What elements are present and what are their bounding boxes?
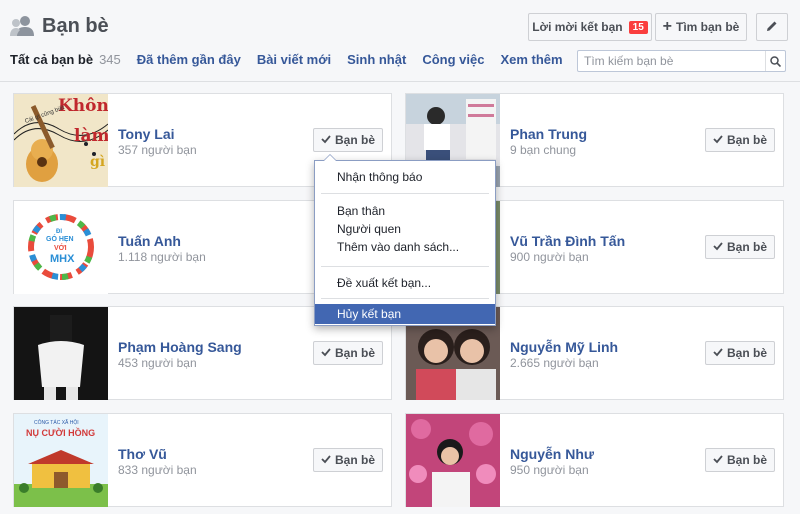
check-icon xyxy=(713,133,723,147)
tab-birthdays[interactable]: Sinh nhật xyxy=(347,52,406,72)
friend-count: 2.665 người bạn xyxy=(510,356,599,370)
friend-count: 453 người bạn xyxy=(118,356,197,370)
tab-all-friends-label: Tất cả bạn bè xyxy=(10,52,94,67)
friends-tabs: Tất cả bạn bè 345 Đã thêm gần đây Bài viế… xyxy=(10,52,579,72)
friends-icon xyxy=(10,15,34,37)
friend-name[interactable]: Nguyễn Mỹ Linh xyxy=(510,339,618,355)
check-icon xyxy=(713,240,723,254)
friend-name[interactable]: Nguyễn Như xyxy=(510,446,594,462)
check-icon xyxy=(321,133,331,147)
tab-work[interactable]: Công việc xyxy=(422,52,484,72)
tab-see-more[interactable]: Xem thêm xyxy=(500,52,562,72)
friends-panel: Bạn bè Lời mời kết bạn 15 + Tìm bạn bè T… xyxy=(0,0,800,514)
thumb-text: Không xyxy=(58,96,108,116)
friend-search xyxy=(577,50,786,72)
friend-status-label: Bạn bè xyxy=(334,346,375,360)
friend-name[interactable]: Vũ Trần Đình Tấn xyxy=(510,233,625,249)
friend-card: Nguyễn Như 950 người bạn Bạn bè xyxy=(405,413,784,507)
friend-status-button[interactable]: Bạn bè xyxy=(313,448,383,472)
tab-all-friends[interactable]: Tất cả bạn bè 345 xyxy=(10,52,121,72)
find-friends-label: Tìm bạn bè xyxy=(676,20,740,34)
friend-status-button[interactable]: Bạn bè xyxy=(705,235,775,259)
friend-requests-button[interactable]: Lời mời kết bạn 15 xyxy=(528,13,652,41)
thumb-text: làm xyxy=(74,126,108,146)
friend-name[interactable]: Phạm Hoàng Sang xyxy=(118,339,242,355)
friend-status-button[interactable]: Bạn bè xyxy=(705,128,775,152)
friend-status-button[interactable]: Bạn bè xyxy=(313,341,383,365)
friend-status-button[interactable]: Bạn bè xyxy=(705,448,775,472)
friend-avatar[interactable]: ĐI GÓ HẸN VỚI MHX xyxy=(14,201,108,294)
friend-avatar[interactable]: Không làm gì Cái gì cũng biết xyxy=(14,94,108,187)
friend-status-label: Bạn bè xyxy=(334,133,375,147)
edit-button[interactable] xyxy=(756,13,788,41)
menu-item-close-friends[interactable]: Bạn thân xyxy=(315,201,495,221)
friend-count: 950 người bạn xyxy=(510,463,589,477)
page-title-text: Bạn bè xyxy=(42,14,109,37)
friend-status-button[interactable]: Bạn bè xyxy=(705,341,775,365)
thumb-text: NỤ CƯỜI HỒNG xyxy=(26,428,96,438)
friend-status-label: Bạn bè xyxy=(726,133,767,147)
friend-requests-badge: 15 xyxy=(628,20,648,34)
friend-avatar[interactable]: CÔNG TÁC XÃ HỘI NỤ CƯỜI HỒNG xyxy=(14,414,108,507)
menu-item-add-to-list[interactable]: Thêm vào danh sách... xyxy=(315,237,495,257)
menu-item-notifications[interactable]: Nhận thông báo xyxy=(315,167,495,187)
menu-item-suggest-friends[interactable]: Đề xuất kết bạn... xyxy=(315,273,495,293)
menu-item-unfriend[interactable]: Hủy kết bạn xyxy=(315,304,495,324)
page-title: Bạn bè xyxy=(10,12,109,40)
friend-name[interactable]: Tony Lai xyxy=(118,126,175,142)
menu-divider xyxy=(321,193,489,194)
friend-name[interactable]: Tuấn Anh xyxy=(118,233,181,249)
search-button[interactable] xyxy=(765,51,785,71)
plus-icon: + xyxy=(662,18,672,35)
friend-status-label: Bạn bè xyxy=(726,453,767,467)
friend-search-input[interactable] xyxy=(578,51,764,71)
friend-name[interactable]: Phan Trung xyxy=(510,126,587,142)
check-icon xyxy=(713,453,723,467)
pencil-icon xyxy=(766,20,778,35)
friend-name[interactable]: Thơ Vũ xyxy=(118,446,167,462)
friend-count: 1.118 người bạn xyxy=(118,250,206,264)
friend-avatar[interactable] xyxy=(14,307,108,400)
tab-recently-added[interactable]: Đã thêm gần đây xyxy=(137,52,241,72)
friend-card: CÔNG TÁC XÃ HỘI NỤ CƯỜI HỒNG Thơ Vũ 833 … xyxy=(13,413,392,507)
thumb-text: GÓ HẸN xyxy=(46,236,74,243)
thumb-text: gì xyxy=(90,154,106,170)
find-friends-button[interactable]: + Tìm bạn bè xyxy=(655,13,747,41)
thumb-text: VỚI xyxy=(54,245,67,252)
tab-new-posts[interactable]: Bài viết mới xyxy=(257,52,331,72)
check-icon xyxy=(713,346,723,360)
check-icon xyxy=(321,453,331,467)
tab-all-friends-count: 345 xyxy=(99,52,121,67)
friend-status-label: Bạn bè xyxy=(726,240,767,254)
menu-item-acquaintances[interactable]: Người quen xyxy=(315,219,495,239)
friend-count: 833 người bạn xyxy=(118,463,197,477)
friend-requests-label: Lời mời kết bạn xyxy=(532,20,623,34)
friend-count: 900 người bạn xyxy=(510,250,589,264)
friend-avatar[interactable] xyxy=(406,414,500,507)
menu-arrow-inner xyxy=(324,155,336,161)
friend-count: 9 bạn chung xyxy=(510,143,577,157)
menu-divider xyxy=(321,266,489,267)
menu-divider xyxy=(321,298,489,299)
thumb-text: CÔNG TÁC XÃ HỘI xyxy=(34,420,79,426)
search-icon xyxy=(770,55,781,67)
friend-status-label: Bạn bè xyxy=(334,453,375,467)
thumb-text: ĐI xyxy=(56,229,62,235)
friend-status-button[interactable]: Bạn bè xyxy=(313,128,383,152)
friend-status-label: Bạn bè xyxy=(726,346,767,360)
friend-options-menu: Nhận thông báo Bạn thân Người quen Thêm … xyxy=(314,154,496,326)
friends-header: Bạn bè Lời mời kết bạn 15 + Tìm bạn bè T… xyxy=(0,0,800,82)
check-icon xyxy=(321,346,331,360)
thumb-text: MHX xyxy=(50,253,75,265)
friend-count: 357 người bạn xyxy=(118,143,197,157)
